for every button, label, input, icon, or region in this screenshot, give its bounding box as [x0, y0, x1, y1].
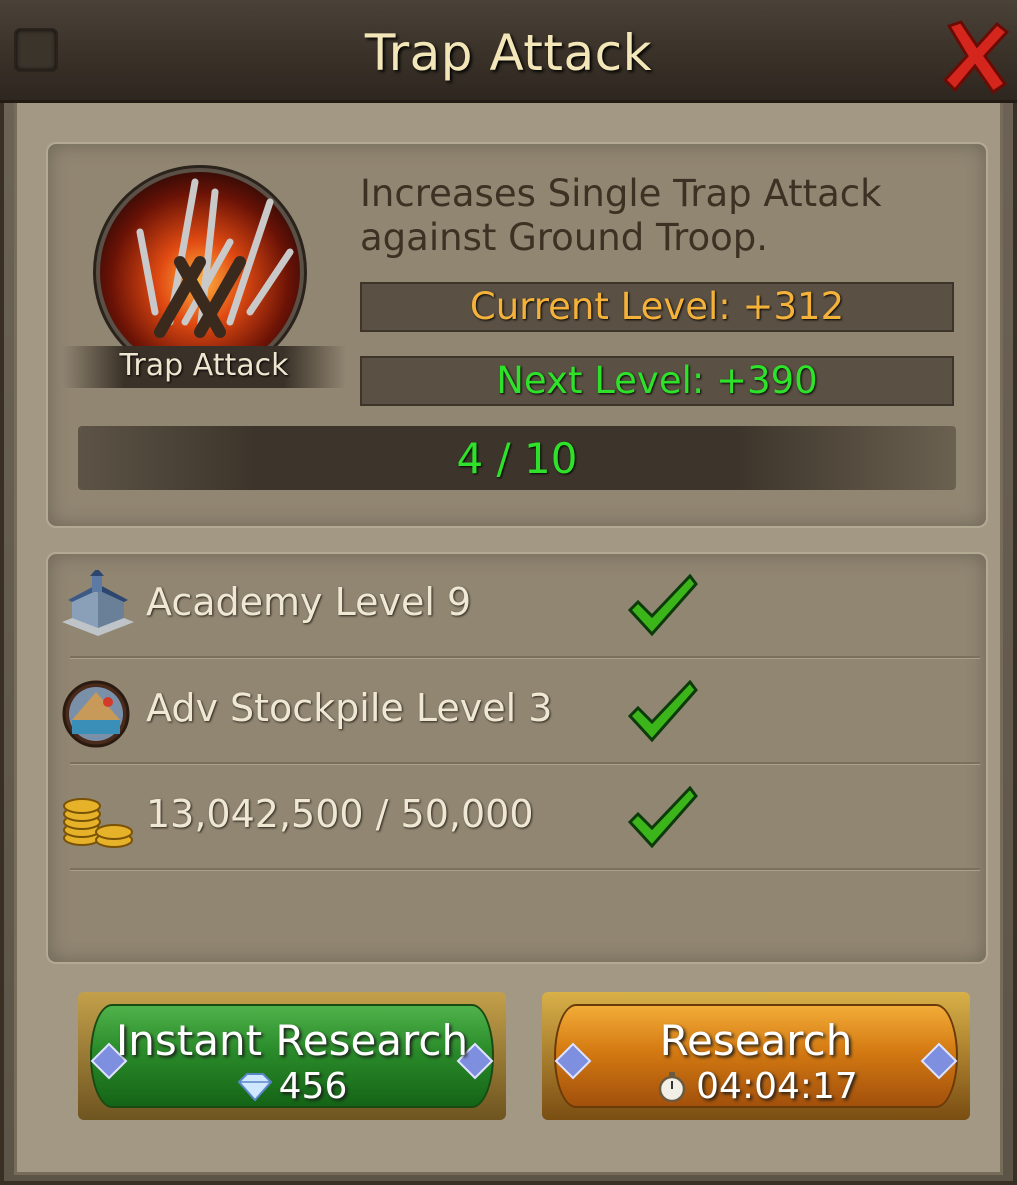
close-icon	[942, 20, 1010, 95]
research-button-face: Research 04:04:17	[554, 1004, 958, 1108]
requirement-label: Adv Stockpile Level 3	[146, 686, 553, 730]
check-icon	[626, 785, 698, 850]
research-label: Research	[659, 1016, 853, 1065]
gold-coins-icon	[58, 782, 138, 854]
current-level-text: Current Level: +312	[469, 285, 845, 328]
page-title: Trap Attack	[364, 24, 653, 82]
check-icon	[626, 573, 698, 638]
row-divider	[70, 868, 980, 870]
requirement-row: Academy Level 9	[56, 552, 980, 658]
stockpile-icon	[58, 676, 138, 748]
requirement-row: 13,042,500 / 50,000	[56, 764, 980, 870]
research-time: 04:04:17	[556, 1066, 956, 1107]
level-progress-text: 4 / 10	[456, 434, 578, 483]
next-level-bar: Next Level: +390	[360, 356, 954, 406]
instant-research-button[interactable]: Instant Research 456	[78, 992, 506, 1120]
instant-research-cost: 456	[92, 1066, 492, 1107]
skill-name-label: Trap Attack	[119, 348, 289, 383]
next-level-text: Next Level: +390	[496, 359, 818, 402]
check-icon	[626, 679, 698, 744]
research-time-value: 04:04:17	[696, 1066, 858, 1107]
skill-description: Increases Single Trap Attack against Gro…	[360, 172, 950, 260]
academy-building-icon	[58, 568, 138, 642]
requirement-label: Academy Level 9	[146, 580, 472, 624]
title-bar: Trap Attack	[0, 0, 1017, 103]
diamond-icon	[237, 1073, 273, 1102]
research-button[interactable]: Research 04:04:17	[542, 992, 970, 1120]
current-level-bar: Current Level: +312	[360, 282, 954, 332]
description-line-1: Increases Single Trap Attack	[360, 172, 882, 215]
requirement-label: 13,042,500 / 50,000	[146, 792, 534, 836]
instant-research-cost-value: 456	[278, 1066, 348, 1107]
trap-attack-skill-icon	[100, 172, 300, 372]
stopwatch-icon	[658, 1072, 686, 1102]
instant-research-button-face: Instant Research 456	[90, 1004, 494, 1108]
instant-research-label: Instant Research	[115, 1016, 469, 1065]
description-line-2: against Ground Troop.	[360, 216, 769, 259]
requirement-row: Adv Stockpile Level 3	[56, 658, 980, 764]
close-button[interactable]	[941, 18, 1011, 96]
